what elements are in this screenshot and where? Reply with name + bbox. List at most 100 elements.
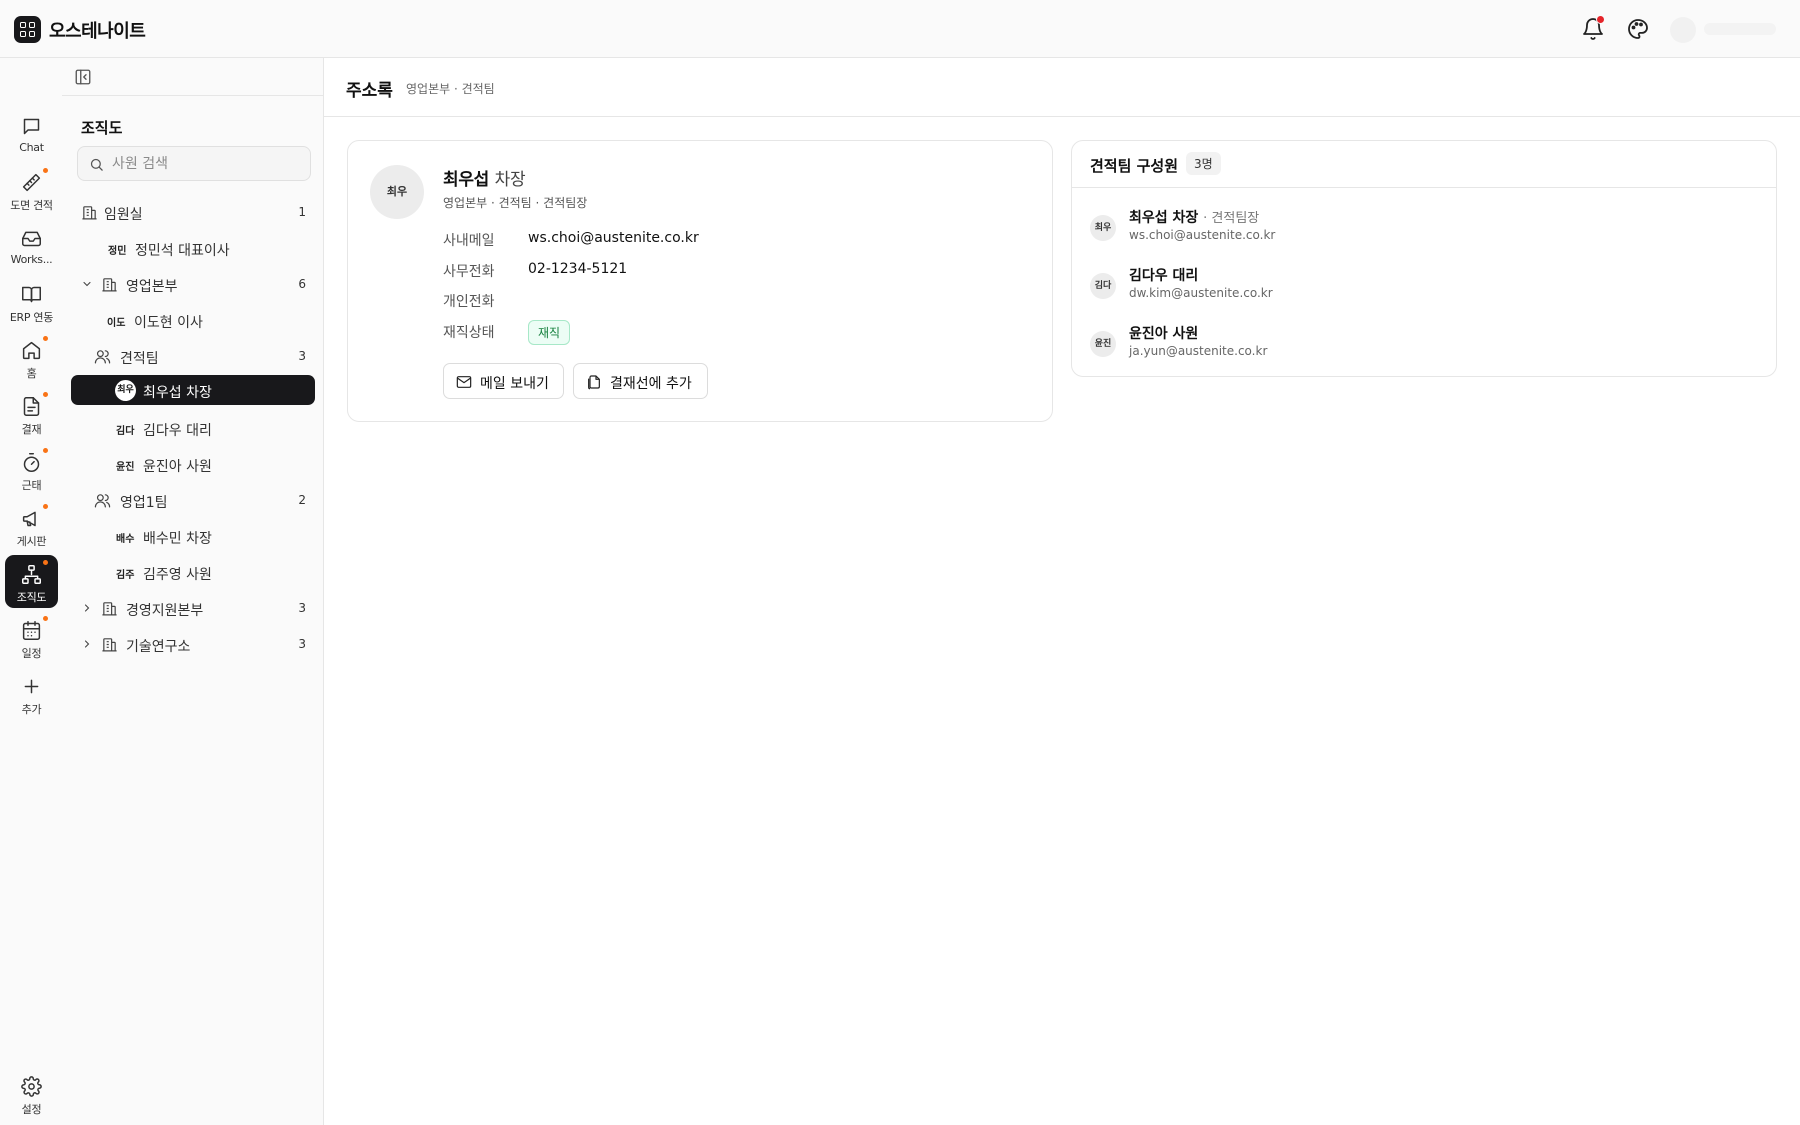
rail-item-drawing-quote[interactable]: 도면 견적 — [5, 163, 58, 216]
search-input[interactable] — [112, 153, 302, 175]
megaphone-icon — [22, 511, 36, 527]
member-count-badge: 3명 — [1186, 152, 1221, 175]
app-rail: Chat 도면 견적 Works... ERP 연동 홈 결재 근태 게시판 조… — [0, 58, 62, 1125]
employee-search[interactable] — [77, 146, 311, 181]
org-tree-panel: 조직도 임원실 1 정민 정민석 대표이사 영업본부 6 이도 이도현 이사 견… — [62, 58, 324, 1125]
tree-dept-sales[interactable]: 영업본부 6 — [71, 269, 315, 299]
tree-person[interactable]: 윤진 윤진아 사원 — [71, 449, 315, 479]
app-title: 오스테나이트 — [49, 21, 146, 42]
tree-label: 윤진아 사원 — [143, 459, 212, 475]
divider — [62, 95, 324, 96]
tree-person[interactable]: 김다 김다우 대리 — [71, 413, 315, 443]
tree-team-sales1[interactable]: 영업1팀 2 — [71, 485, 315, 515]
member-row[interactable]: 윤진 윤진아 사원 ja.yun@austenite.co.kr — [1072, 320, 1776, 376]
building-icon — [102, 278, 117, 292]
users-icon — [94, 494, 111, 508]
mail-icon — [456, 376, 472, 388]
office-phone-value[interactable]: 02-1234-5121 — [528, 261, 627, 277]
tree-dept-executive[interactable]: 임원실 1 — [71, 197, 315, 227]
avatar: 윤진 — [1090, 331, 1116, 357]
tree-count: 3 — [298, 349, 306, 363]
rail-item-attendance[interactable]: 근태 — [5, 443, 58, 496]
rail-item-chat[interactable]: Chat — [5, 107, 58, 160]
member-row[interactable]: 김다 김다우 대리 dw.kim@austenite.co.kr — [1072, 262, 1776, 318]
tree-dept-management[interactable]: 경영지원본부 3 — [71, 593, 315, 623]
member-email: ja.yun@austenite.co.kr — [1129, 344, 1268, 358]
tree-label: 이도현 이사 — [134, 315, 203, 331]
unread-dot — [43, 448, 48, 453]
employee-name: 최우섭 차장 — [443, 165, 526, 190]
rail-item-settings[interactable]: 설정 — [5, 1067, 58, 1120]
field-label: 개인전화 — [443, 294, 495, 310]
field-label: 재직상태 — [443, 325, 495, 341]
users-icon — [94, 350, 111, 364]
sidebar-toggle-icon[interactable] — [74, 68, 92, 86]
building-icon — [102, 602, 117, 616]
user-avatar[interactable] — [1670, 17, 1696, 43]
person-initials: 배수 — [116, 534, 135, 545]
tree-label: 영업1팀 — [120, 495, 168, 511]
rail-item-workspace[interactable]: Works... — [5, 219, 58, 272]
member-row[interactable]: 최우 최우섭 차장 · 견적팀장 ws.choi@austenite.co.kr — [1072, 204, 1776, 260]
person-initials: 이도 — [107, 318, 126, 329]
tree-label: 배수민 차장 — [143, 531, 212, 547]
tree-dept-research[interactable]: 기술연구소 3 — [71, 629, 315, 659]
tree-label: 경영지원본부 — [126, 603, 204, 619]
rail-label: 설정 — [21, 1103, 42, 1116]
unread-dot — [43, 336, 48, 341]
rail-item-approval[interactable]: 결재 — [5, 387, 58, 440]
rail-item-add[interactable]: 추가 — [5, 667, 58, 720]
email-value[interactable]: ws.choi@austenite.co.kr — [528, 230, 699, 246]
card-header: 견적팀 구성원 3명 — [1072, 141, 1776, 188]
add-approval-line-button[interactable]: 결재선에 추가 — [573, 363, 708, 399]
person-initials: 김주 — [116, 570, 135, 581]
tree-person[interactable]: 정민 정민석 대표이사 — [71, 233, 315, 263]
tree-person[interactable]: 이도 이도현 이사 — [71, 305, 315, 335]
palette-icon[interactable] — [1626, 17, 1650, 41]
rail-label: 근태 — [21, 479, 42, 492]
send-mail-button[interactable]: 메일 보내기 — [443, 363, 564, 399]
member-name: 윤진아 사원 — [1129, 326, 1199, 342]
panel-title: 조직도 — [81, 119, 123, 137]
rail-item-org-chart[interactable]: 조직도 — [5, 555, 58, 608]
ruler-icon — [22, 173, 41, 192]
chevron-right-icon[interactable] — [81, 638, 93, 650]
rail-label: 조직도 — [16, 591, 47, 604]
page-title: 주소록 — [346, 81, 393, 101]
tree-label: 김다우 대리 — [143, 423, 212, 439]
tree-person[interactable]: 김주 김주영 사원 — [71, 557, 315, 587]
rail-label: 결재 — [21, 423, 42, 436]
rail-item-board[interactable]: 게시판 — [5, 499, 58, 552]
tree-label: 정민석 대표이사 — [135, 243, 230, 259]
tree-count: 3 — [298, 601, 306, 615]
unread-dot — [43, 560, 48, 565]
tree-count: 6 — [298, 277, 306, 291]
rail-label: 게시판 — [16, 535, 47, 548]
chevron-down-icon[interactable] — [81, 278, 93, 290]
app-grid-icon[interactable] — [14, 16, 41, 43]
rank-text: 차장 — [494, 170, 526, 190]
building-icon — [102, 638, 117, 652]
rail-label: ERP 연동 — [9, 311, 54, 324]
home-icon — [22, 341, 41, 360]
rail-item-calendar[interactable]: 일정 — [5, 611, 58, 664]
tree-person[interactable]: 배수 배수민 차장 — [71, 521, 315, 551]
gear-icon — [21, 1076, 42, 1097]
rail-item-erp[interactable]: ERP 연동 — [5, 275, 58, 328]
notification-dot — [1596, 15, 1605, 24]
role-text: · 견적팀장 — [1203, 211, 1260, 226]
tree-person-selected[interactable]: 최우 최우섭 차장 — [71, 375, 315, 405]
unread-dot — [43, 616, 48, 621]
unread-dot — [43, 504, 48, 509]
avatar: 김다 — [1090, 273, 1116, 299]
tree-label: 임원실 — [104, 207, 143, 223]
unread-dot — [43, 168, 48, 173]
document-icon — [23, 397, 40, 416]
person-initials: 최우 — [115, 380, 136, 401]
rail-item-home[interactable]: 홈 — [5, 331, 58, 384]
chevron-right-icon[interactable] — [81, 602, 93, 614]
person-initials: 정민 — [108, 246, 127, 257]
tree-label: 영업본부 — [126, 279, 178, 295]
tree-team-quote[interactable]: 견적팀 3 — [71, 341, 315, 371]
avatar: 최우 — [370, 165, 424, 219]
